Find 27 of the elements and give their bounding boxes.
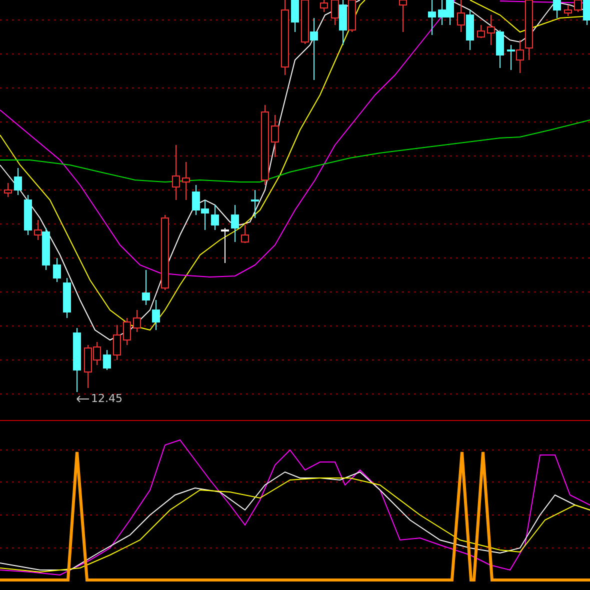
candlestick	[182, 162, 190, 200]
candlestick	[152, 300, 160, 330]
candlestick	[251, 190, 259, 218]
candlestick	[221, 228, 229, 264]
candlestick	[103, 350, 111, 370]
low-price-label: 12.45	[91, 392, 122, 406]
candlestick	[14, 168, 22, 196]
candlestick	[113, 324, 121, 360]
left-arrow-icon	[76, 395, 90, 403]
candlestick	[553, 0, 561, 18]
candlestick	[53, 258, 61, 282]
candlestick	[231, 204, 239, 242]
candlestick	[291, 0, 299, 32]
candlestick	[271, 114, 279, 158]
candlestick	[172, 144, 180, 200]
candlestick	[73, 328, 81, 392]
candlestick	[24, 194, 32, 236]
candlestick	[142, 270, 150, 306]
candlestick	[241, 224, 249, 244]
candlestick	[63, 278, 71, 318]
candlestick	[428, 0, 436, 36]
candlestick	[211, 204, 219, 230]
candlestick	[4, 182, 12, 198]
candlestick	[477, 24, 485, 38]
candlestick	[123, 318, 131, 346]
candlestick	[133, 310, 141, 332]
candlestick	[564, 4, 572, 16]
